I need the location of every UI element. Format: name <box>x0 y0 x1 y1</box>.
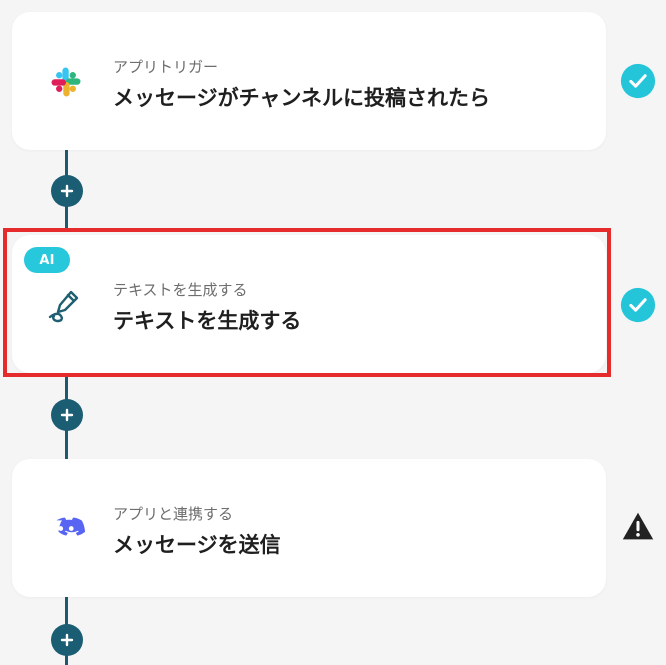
step-card-text-generation[interactable]: AI テキストを生成する テキストを生成する <box>12 235 606 373</box>
step-title: テキストを生成する <box>113 309 302 333</box>
slack-icon <box>45 61 87 103</box>
check-circle-icon <box>618 285 658 325</box>
step-caption: テキストを生成する <box>113 281 248 299</box>
pencil-text-icon <box>45 284 87 326</box>
step-title: メッセージがチャンネルに投稿されたら <box>113 86 490 110</box>
warning-triangle-icon <box>618 507 658 547</box>
check-circle-icon <box>618 61 658 101</box>
step-caption: アプリトリガー <box>113 58 219 76</box>
step-card-discord-action[interactable]: アプリと連携する メッセージを送信 <box>12 459 606 597</box>
step-caption: アプリと連携する <box>113 505 234 523</box>
plus-icon <box>60 408 74 422</box>
add-step-button-3[interactable] <box>51 624 83 656</box>
add-step-button-2[interactable] <box>51 399 83 431</box>
plus-icon <box>60 633 74 647</box>
plus-icon <box>60 184 74 198</box>
ai-badge: AI <box>24 247 70 273</box>
discord-icon <box>45 508 87 550</box>
add-step-button-1[interactable] <box>51 175 83 207</box>
step-title: メッセージを送信 <box>113 533 281 557</box>
step-card-slack-trigger[interactable]: アプリトリガー メッセージがチャンネルに投稿されたら <box>12 12 606 150</box>
